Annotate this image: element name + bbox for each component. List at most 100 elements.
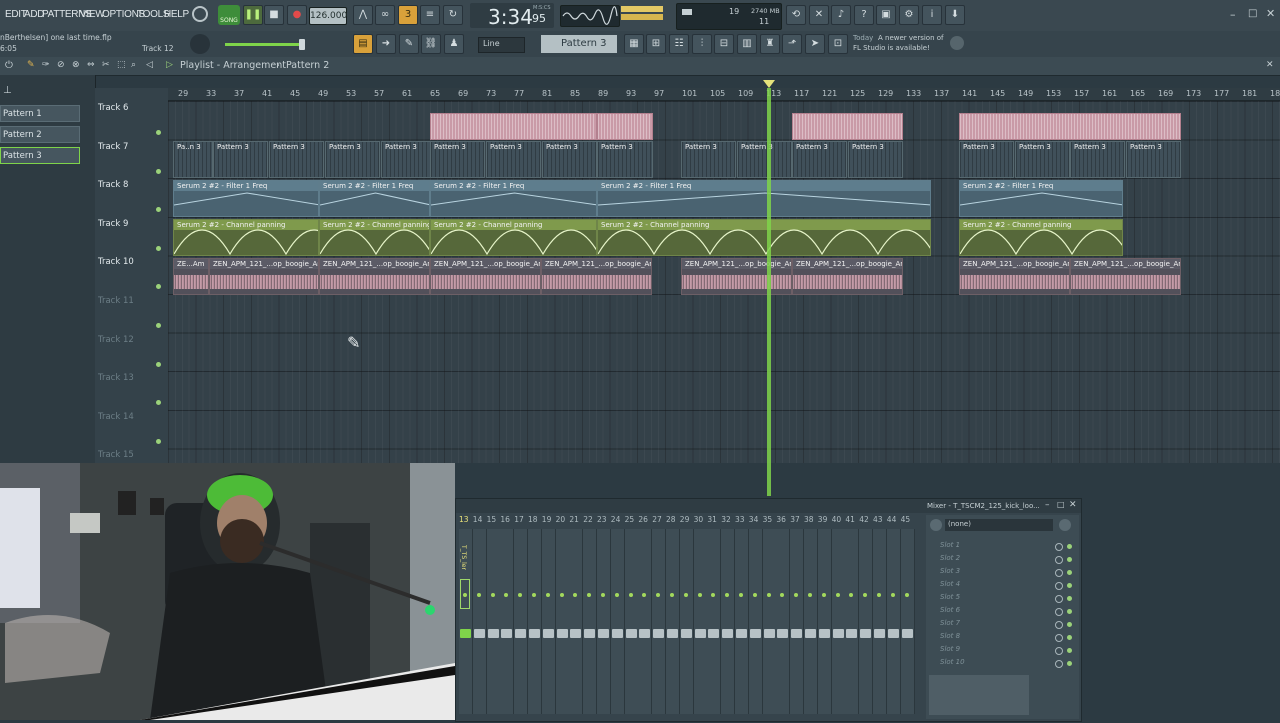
insert-volume-fader[interactable] <box>749 629 761 638</box>
master-volume-slider[interactable] <box>225 39 305 50</box>
mixer-insert-strip[interactable] <box>597 529 611 714</box>
mixer-insert-strip[interactable] <box>652 529 667 714</box>
eq-panel[interactable] <box>929 675 1029 715</box>
automation-clip-filter[interactable]: Serum 2 #2 - Filter 1 Freq <box>319 180 430 217</box>
mixer-insert-strip[interactable] <box>679 529 694 714</box>
insert-enable-led[interactable] <box>532 593 536 597</box>
automation-clip-panning[interactable]: Serum 2 #2 - Channel panning <box>430 219 597 256</box>
mixer-insert-strip[interactable] <box>555 529 570 714</box>
insert-enable-led[interactable] <box>683 593 688 597</box>
automation-clip-filter[interactable]: Serum 2 #2 - Filter 1 Freq <box>173 180 319 217</box>
fx-slot-mix-knob[interactable] <box>1055 543 1063 551</box>
mixer-insert-strip[interactable] <box>693 529 708 714</box>
mixer-insert-strip[interactable] <box>514 529 529 714</box>
fx-slot-enable-led[interactable] <box>1067 648 1072 653</box>
touch-keyboard-icon[interactable]: ⬏ <box>782 34 802 54</box>
pattern-clip[interactable] <box>597 113 653 140</box>
insert-enable-led[interactable] <box>559 593 564 597</box>
sliders-icon[interactable]: ⫶ <box>692 34 712 54</box>
wait-input-icon[interactable]: ∞ <box>375 5 395 25</box>
delete-tool-icon[interactable]: ⊘ <box>57 60 65 70</box>
insert-enable-led[interactable] <box>670 593 674 597</box>
insert-volume-fader[interactable] <box>874 629 885 638</box>
fx-slot[interactable]: Slot 10 <box>930 658 1075 670</box>
mixer-insert-strip[interactable] <box>721 529 736 714</box>
mixer-insert-strip[interactable] <box>541 529 556 714</box>
mixer-insert-strip[interactable] <box>569 529 584 714</box>
fx-slot-enable-led[interactable] <box>1067 635 1072 640</box>
insert-volume-fader[interactable] <box>584 629 596 638</box>
track-label[interactable]: Track 13 <box>98 373 134 383</box>
playlist-window-icon[interactable]: ▤ <box>353 34 373 54</box>
track-label[interactable]: Track 8 <box>98 180 128 190</box>
insert-volume-fader[interactable] <box>653 629 665 638</box>
select-tool-icon[interactable]: ⬚ <box>117 60 126 70</box>
mixer-insert-strip[interactable] <box>817 529 832 714</box>
fx-slot-enable-led[interactable] <box>1067 596 1072 601</box>
insert-volume-fader[interactable] <box>529 629 540 638</box>
automation-clip-filter[interactable]: Serum 2 #2 - Filter 1 Freq <box>430 180 597 217</box>
info-icon[interactable]: i <box>922 5 942 25</box>
mixer-insert-strip[interactable] <box>666 529 680 714</box>
insert-volume-fader[interactable] <box>515 629 527 638</box>
master-pitch-knob[interactable] <box>192 6 208 22</box>
piano-roll-icon[interactable]: ▦ <box>624 34 644 54</box>
main-volume-knob[interactable] <box>190 34 210 54</box>
pattern-clip[interactable]: Pattern 3 <box>213 141 268 178</box>
track-mute-dot[interactable] <box>156 438 161 444</box>
playhead-marker[interactable] <box>767 88 771 496</box>
loop-record-icon[interactable]: ↻ <box>443 5 463 25</box>
insert-enable-led[interactable] <box>601 593 605 597</box>
timeline-ruler[interactable]: 29 33 37 41 45 49 53 57 61 65 69 73 77 81 85 89 93 97 101 1… <box>168 88 1280 101</box>
mixer-insert-strip[interactable] <box>735 529 749 714</box>
mixer-insert-strip[interactable] <box>804 529 818 714</box>
fx-slot[interactable]: Slot 7 <box>930 619 1075 631</box>
fx-slot-enable-led[interactable] <box>1067 661 1072 666</box>
pattern-clip[interactable]: Pattern 3 <box>1015 141 1070 178</box>
track-label[interactable]: Track 11 <box>98 296 134 306</box>
audio-clip[interactable]: ZEN_APM_121_...op_boogie_Am <box>430 258 541 295</box>
track-mute-dot[interactable] <box>156 245 161 251</box>
insert-volume-fader[interactable] <box>722 629 734 638</box>
fx-slot-mix-knob[interactable] <box>1055 660 1063 668</box>
insert-enable-led[interactable] <box>752 593 757 597</box>
news-text-line1[interactable]: A newer version of <box>878 34 944 42</box>
plugin-icon[interactable]: ⚙ <box>899 5 919 25</box>
insert-enable-led[interactable] <box>642 593 647 597</box>
download-icon[interactable]: ⬇ <box>945 5 965 25</box>
mixer-insert-strip[interactable] <box>486 529 501 714</box>
stamp-icon[interactable]: ♟ <box>444 34 464 54</box>
menu-view[interactable]: VIEW <box>80 9 105 20</box>
audio-clip[interactable]: ZE...Am <box>173 258 209 295</box>
help-icon[interactable]: ? <box>854 5 874 25</box>
track-label[interactable]: Track 7 <box>98 142 128 152</box>
insert-enable-led[interactable] <box>780 593 785 597</box>
automation-clip-panning[interactable]: Serum 2 #2 - Channel panning <box>319 219 430 256</box>
insert-enable-led[interactable] <box>794 593 799 597</box>
mixer-insert-strip[interactable] <box>528 529 542 714</box>
insert-volume-fader[interactable] <box>887 629 899 638</box>
pattern-clip[interactable]: Pattern 3 <box>681 141 736 178</box>
mixer-insert-strip[interactable] <box>472 529 487 714</box>
insert-enable-led[interactable] <box>766 593 771 597</box>
mixer-icon[interactable]: ☷ <box>669 34 689 54</box>
insert-enable-led[interactable] <box>587 593 592 597</box>
track-label[interactable]: Track 9 <box>98 219 128 229</box>
stop-button[interactable]: ■ <box>264 5 284 25</box>
insert-volume-fader[interactable] <box>460 629 471 638</box>
playlist-arrow-icon[interactable]: ▷ <box>166 60 173 70</box>
insert-volume-fader[interactable] <box>860 629 872 638</box>
mixer-maximize-icon[interactable]: □ <box>1057 500 1065 509</box>
fx-preset-select[interactable]: (none) <box>945 519 1053 531</box>
picker-pattern-2[interactable]: Pattern 2 <box>0 126 80 143</box>
audio-clip[interactable]: ZEN_APM_121_...op_boogie_Am <box>541 258 652 295</box>
track-label[interactable]: Track 15 <box>98 450 134 460</box>
pattern-clip[interactable]: Pattern 3 <box>1070 141 1125 178</box>
playlist-menu-icon[interactable]: ⏻ <box>5 60 13 71</box>
track-mute-dot[interactable] <box>156 400 161 406</box>
automation-clip-panning[interactable]: Serum 2 #2 - Channel panning <box>597 219 931 256</box>
mixer-insert-strip[interactable] <box>610 529 625 714</box>
insert-volume-fader[interactable] <box>556 629 568 638</box>
slip-tool-icon[interactable]: ⇔ <box>87 60 95 70</box>
insert-volume-fader[interactable] <box>818 629 830 638</box>
